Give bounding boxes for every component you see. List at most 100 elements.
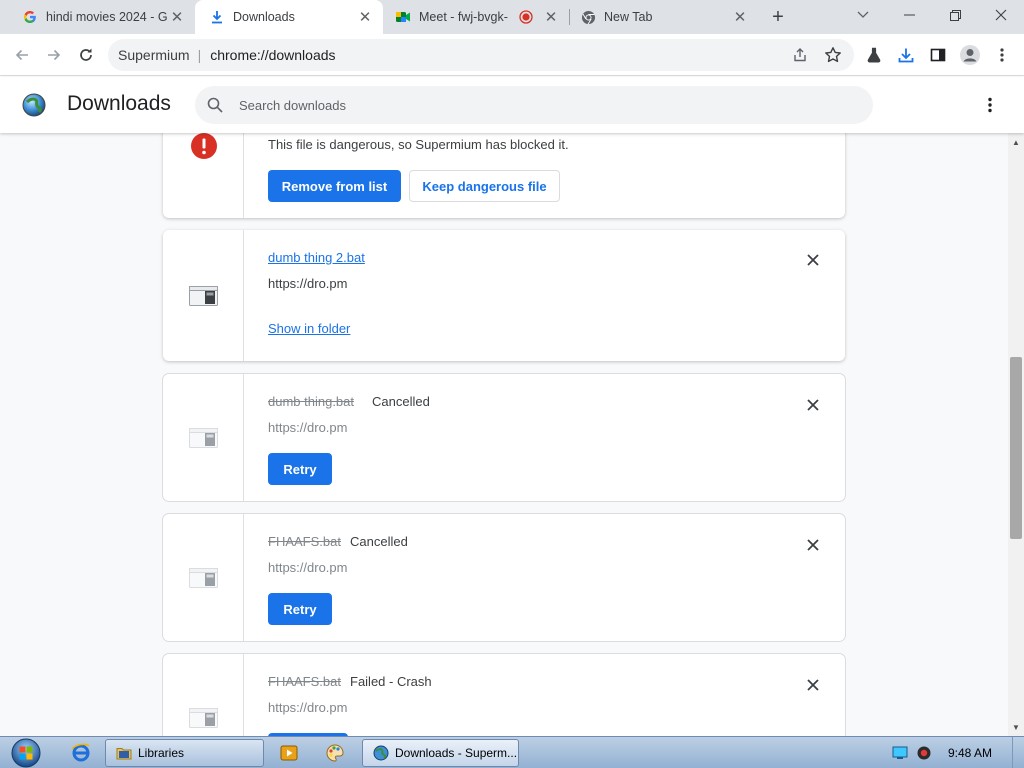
source-url: https://dro.pm bbox=[268, 560, 348, 575]
taskbar-item-label: Libraries bbox=[138, 746, 185, 760]
paint-palette-icon[interactable] bbox=[322, 741, 348, 765]
keep-dangerous-file-button[interactable]: Keep dangerous file bbox=[409, 170, 560, 202]
site-chip: Supermium bbox=[118, 47, 190, 63]
tab-title: New Tab bbox=[604, 10, 653, 24]
file-icon-column bbox=[163, 133, 244, 218]
search-box[interactable] bbox=[195, 86, 873, 124]
file-name: FHAAFS.bat bbox=[268, 674, 341, 689]
tab-google-search[interactable]: hindi movies 2024 - G ✕ bbox=[0, 0, 195, 34]
remove-item-close-icon[interactable] bbox=[803, 395, 823, 415]
remove-item-close-icon[interactable] bbox=[803, 535, 823, 555]
bookmark-star-icon[interactable] bbox=[824, 46, 842, 64]
downloads-toolbar-icon[interactable] bbox=[892, 41, 920, 69]
browser-toolbar: Supermium | chrome://downloads bbox=[0, 34, 1024, 76]
folder-icon bbox=[116, 745, 132, 761]
supermium-logo-icon bbox=[22, 93, 46, 117]
page-title: Downloads bbox=[67, 92, 171, 115]
tab-meet[interactable]: Meet - fwj-bvgk- ✕ bbox=[383, 0, 569, 34]
supermium-icon bbox=[373, 745, 389, 761]
internet-explorer-icon[interactable] bbox=[68, 741, 94, 765]
batch-file-icon bbox=[189, 707, 219, 729]
start-orb-icon[interactable] bbox=[8, 737, 44, 768]
download-item-dangerous: This file is dangerous, so Supermium has… bbox=[163, 133, 845, 218]
tab-downloads[interactable]: Downloads ✕ bbox=[195, 0, 383, 34]
search-input[interactable] bbox=[239, 97, 839, 113]
download-item-failed: FHAAFS.bat Failed - Crash https://dro.pm bbox=[163, 654, 845, 736]
retry-button[interactable]: Retry bbox=[268, 453, 332, 485]
tab-title: Downloads bbox=[233, 10, 295, 24]
taskbar-item-downloads[interactable]: Downloads - Superm... bbox=[362, 739, 519, 767]
search-icon bbox=[205, 95, 225, 115]
tab-search-icon[interactable] bbox=[840, 0, 886, 30]
tab-title: Meet - fwj-bvgk- bbox=[419, 10, 508, 24]
remove-item-close-icon[interactable] bbox=[803, 250, 823, 270]
file-name: dumb thing.bat bbox=[268, 394, 355, 409]
source-url: https://dro.pm bbox=[268, 700, 348, 715]
remove-from-list-button[interactable]: Remove from list bbox=[268, 170, 401, 202]
download-status: Cancelled bbox=[350, 534, 408, 549]
back-icon[interactable] bbox=[8, 41, 36, 69]
minimize-icon[interactable] bbox=[886, 0, 932, 30]
share-icon[interactable] bbox=[792, 47, 808, 63]
source-url: https://dro.pm bbox=[268, 420, 348, 435]
danger-warning-icon bbox=[191, 133, 217, 159]
download-status: Failed - Crash bbox=[350, 674, 432, 689]
file-icon-column bbox=[163, 374, 244, 501]
recording-icon bbox=[519, 10, 533, 24]
new-tab-button[interactable]: + bbox=[766, 5, 790, 29]
profile-avatar-icon[interactable] bbox=[956, 41, 984, 69]
file-icon-column bbox=[163, 654, 244, 736]
tray-display-icon[interactable] bbox=[892, 746, 908, 760]
download-item-complete: dumb thing 2.bat https://dro.pm Show in … bbox=[163, 230, 845, 361]
taskbar-item-label: Downloads - Superm... bbox=[395, 746, 518, 760]
reload-icon[interactable] bbox=[72, 41, 100, 69]
side-panel-icon[interactable] bbox=[924, 41, 952, 69]
tab-strip: hindi movies 2024 - G ✕ Downloads ✕ Meet… bbox=[0, 0, 1024, 34]
scrollbar-thumb[interactable] bbox=[1010, 357, 1022, 539]
show-desktop-button[interactable] bbox=[1012, 737, 1024, 768]
download-item-cancelled: dumb thing.bat Cancelled https://dro.pm … bbox=[163, 374, 845, 501]
downloads-header: Downloads bbox=[0, 77, 1024, 133]
system-clock[interactable]: 9:48 AM bbox=[948, 746, 992, 760]
url-text: chrome://downloads bbox=[210, 47, 336, 63]
tray-recording-icon[interactable] bbox=[916, 746, 932, 760]
danger-message: This file is dangerous, so Supermium has… bbox=[268, 137, 569, 152]
chrome-icon bbox=[580, 9, 596, 25]
close-tab-icon[interactable]: ✕ bbox=[732, 9, 748, 26]
close-tab-icon[interactable]: ✕ bbox=[543, 9, 559, 26]
tab-new-tab[interactable]: New Tab ✕ bbox=[570, 0, 758, 34]
forward-icon[interactable] bbox=[40, 41, 68, 69]
download-icon bbox=[209, 9, 225, 25]
tab-title: hindi movies 2024 - G bbox=[46, 10, 168, 24]
source-url: https://dro.pm bbox=[268, 276, 348, 291]
file-icon-column bbox=[163, 230, 244, 361]
address-bar[interactable]: Supermium | chrome://downloads bbox=[108, 39, 854, 71]
restore-icon[interactable] bbox=[932, 0, 978, 30]
retry-button[interactable]: Retry bbox=[268, 593, 332, 625]
file-icon-column bbox=[163, 514, 244, 641]
batch-file-icon bbox=[189, 427, 219, 449]
windows-taskbar: Libraries Downloads - Superm... 9:48 AM bbox=[0, 736, 1024, 768]
close-tab-icon[interactable]: ✕ bbox=[169, 9, 185, 26]
more-actions-icon[interactable] bbox=[978, 93, 1002, 117]
batch-file-icon bbox=[189, 567, 219, 589]
scroll-up-arrow-icon[interactable]: ▲ bbox=[1008, 135, 1024, 149]
google-g-icon bbox=[22, 9, 38, 25]
downloads-list: This file is dangerous, so Supermium has… bbox=[0, 133, 1008, 736]
labs-flask-icon[interactable] bbox=[860, 41, 888, 69]
close-window-icon[interactable] bbox=[978, 0, 1024, 30]
scroll-down-arrow-icon[interactable]: ▼ bbox=[1008, 720, 1024, 734]
close-tab-icon[interactable]: ✕ bbox=[357, 9, 373, 26]
browser-menu-icon[interactable] bbox=[988, 41, 1016, 69]
show-in-folder-link[interactable]: Show in folder bbox=[268, 321, 350, 336]
file-name-link[interactable]: dumb thing 2.bat bbox=[268, 250, 365, 265]
download-status: Cancelled bbox=[372, 394, 430, 409]
batch-file-icon bbox=[189, 285, 219, 307]
media-player-icon[interactable] bbox=[276, 741, 302, 765]
page-scrollbar[interactable]: ▲ ▼ bbox=[1008, 133, 1024, 736]
taskbar-item-libraries[interactable]: Libraries bbox=[105, 739, 264, 767]
meet-icon bbox=[395, 9, 411, 25]
remove-item-close-icon[interactable] bbox=[803, 675, 823, 695]
omnibox-divider: | bbox=[197, 47, 202, 63]
file-name: FHAAFS.bat bbox=[268, 534, 341, 549]
